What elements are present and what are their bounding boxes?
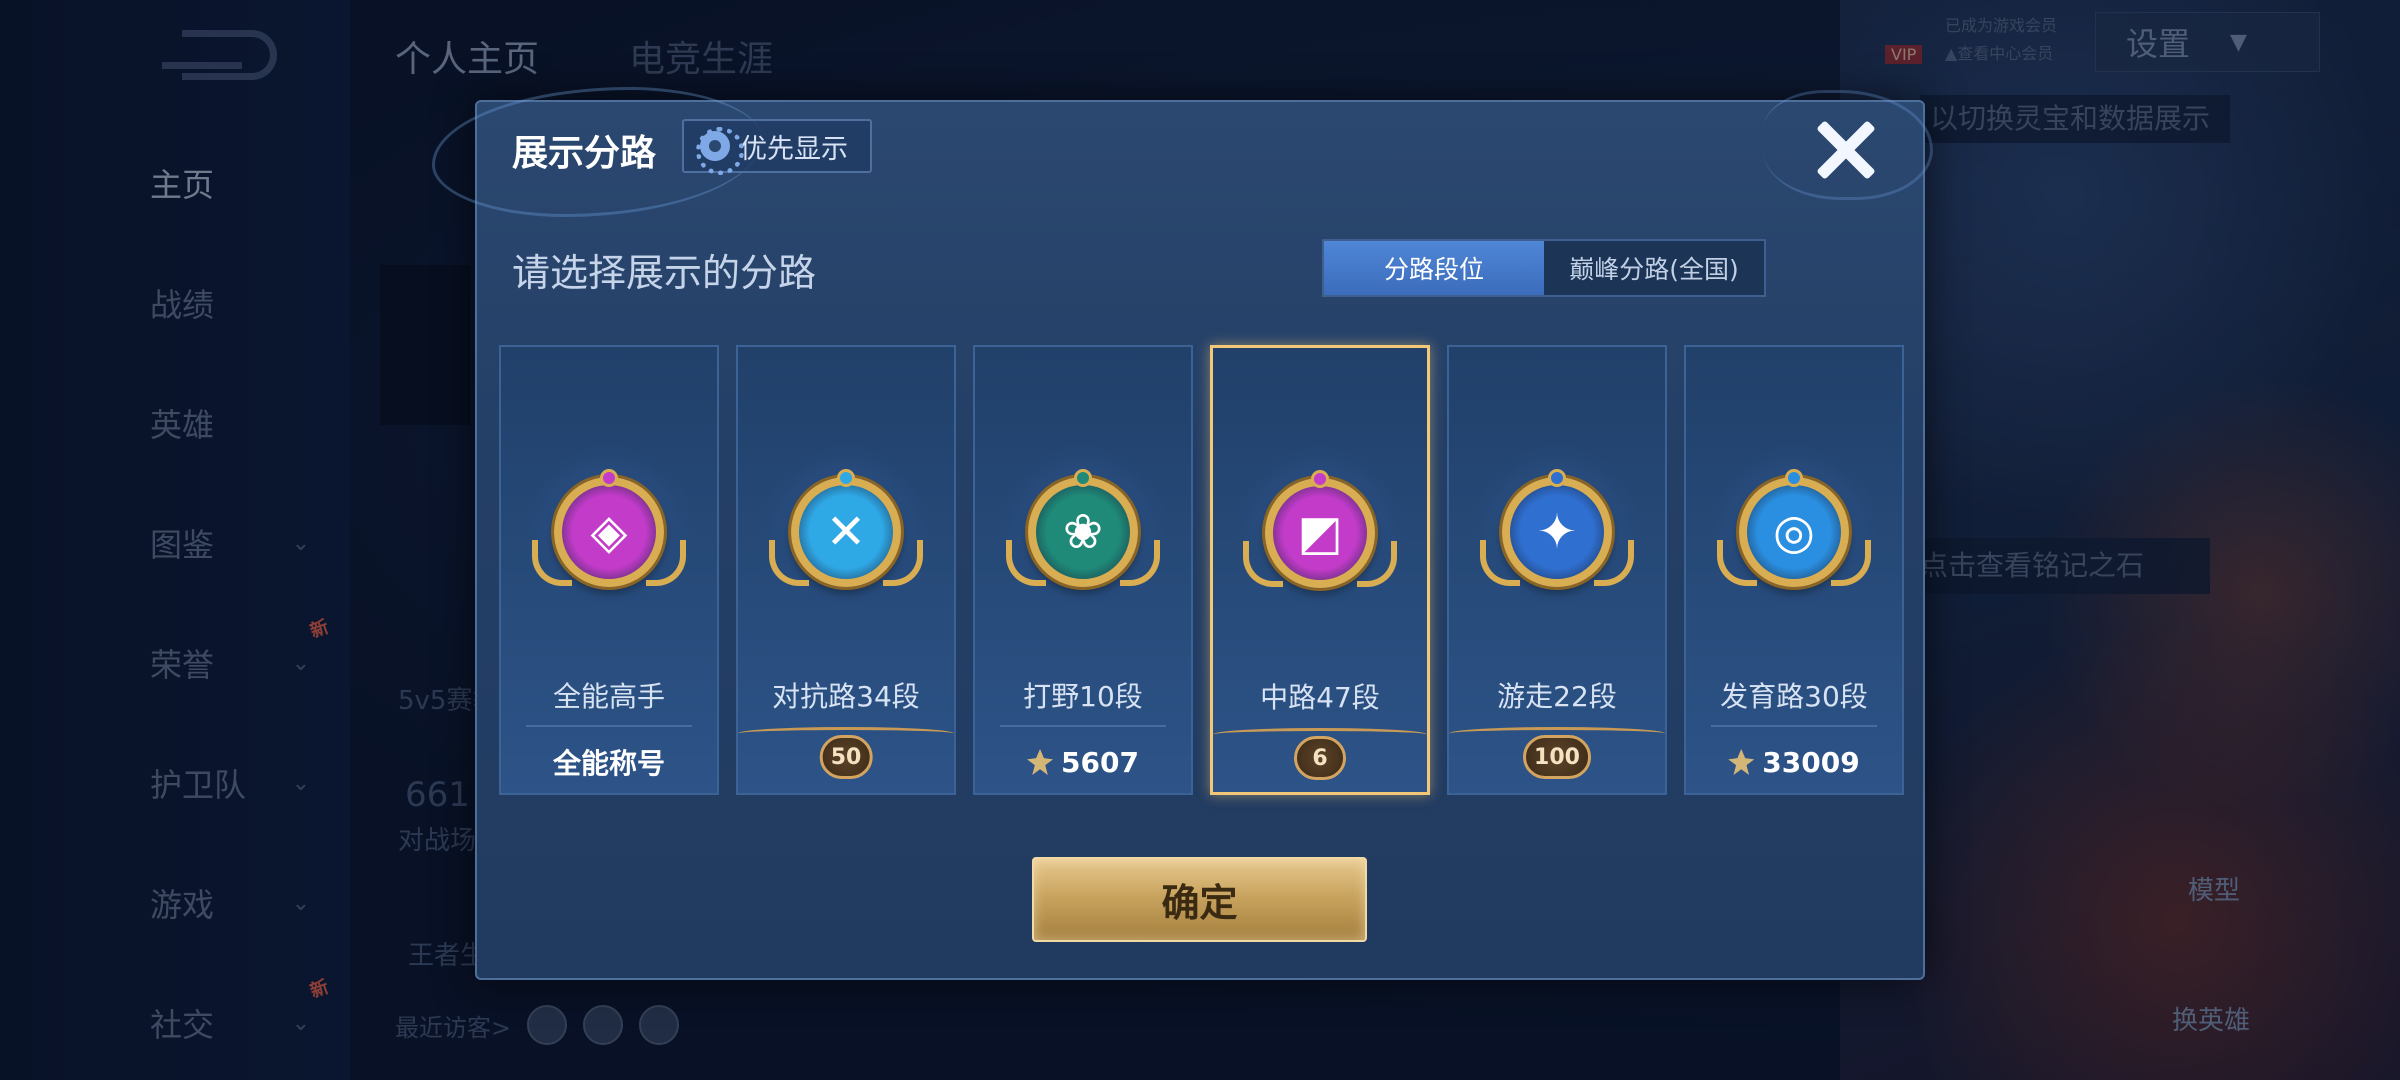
lane-name: 全能高手 bbox=[552, 680, 665, 713]
lane-emblem-icon: ✦ bbox=[1480, 469, 1634, 587]
star-count-badge: 50 bbox=[819, 735, 873, 779]
star-band: 50 bbox=[738, 727, 954, 793]
lane-card[interactable]: ◎ 发育路30段 33009 bbox=[1684, 345, 1904, 795]
lane-card[interactable]: ◈ 全能高手全能称号 bbox=[499, 345, 719, 795]
lane-glyph-icon: ◩ bbox=[1297, 505, 1343, 561]
lane-footer-value: 33009 bbox=[1762, 745, 1860, 779]
lane-glyph-icon: ◈ bbox=[590, 504, 628, 560]
lane-card[interactable]: ✦ 游走22段 100 bbox=[1447, 345, 1667, 795]
divider bbox=[526, 725, 692, 727]
lane-footer: 5607 bbox=[975, 731, 1191, 793]
lane-card[interactable]: ✕ 对抗路34段 50 bbox=[736, 345, 956, 795]
star-count-badge: 6 bbox=[1294, 736, 1346, 780]
lane-emblem-icon: ◩ bbox=[1243, 470, 1397, 588]
view-toggle: 分路段位 巅峰分路(全国) bbox=[1322, 239, 1766, 297]
confirm-button[interactable]: 确定 bbox=[1032, 857, 1367, 942]
lane-footer-value: 5607 bbox=[1061, 745, 1139, 779]
lane-name: 中路47段 bbox=[1260, 681, 1380, 714]
close-icon[interactable] bbox=[1808, 112, 1883, 187]
lane-glyph-icon: ✕ bbox=[825, 504, 867, 560]
lane-name: 打野10段 bbox=[1023, 680, 1143, 713]
gem-icon bbox=[1074, 469, 1092, 487]
peak-points-icon bbox=[1728, 749, 1755, 775]
lane-name: 发育路30段 bbox=[1720, 680, 1868, 713]
lane-emblem-icon: ✕ bbox=[769, 469, 923, 587]
lane-footer: 全能称号 bbox=[501, 731, 717, 793]
lane-cards: ◈ 全能高手全能称号 ✕ 对抗路34段 50 ❀ 打野10段 5607 ◩ 中路47段 6 ✦ 游走22… bbox=[499, 345, 1904, 795]
gem-icon bbox=[1548, 469, 1566, 487]
lane-emblem-icon: ◎ bbox=[1717, 469, 1871, 587]
modal-title: 展示分路 bbox=[512, 133, 657, 174]
lane-card[interactable]: ❀ 打野10段 5607 bbox=[973, 345, 1193, 795]
lane-glyph-icon: ✦ bbox=[1536, 504, 1578, 560]
lane-glyph-icon: ◎ bbox=[1773, 504, 1815, 560]
divider bbox=[1711, 725, 1877, 727]
lane-footer-value: 全能称号 bbox=[552, 747, 665, 780]
gear-icon bbox=[696, 127, 744, 175]
gem-icon bbox=[1785, 469, 1803, 487]
star-band: 100 bbox=[1449, 727, 1665, 793]
lane-name: 游走22段 bbox=[1497, 680, 1617, 713]
gem-icon bbox=[1311, 470, 1329, 488]
star-count-badge: 100 bbox=[1523, 735, 1591, 779]
lane-emblem-icon: ◈ bbox=[532, 469, 686, 587]
lane-footer: 33009 bbox=[1686, 731, 1902, 793]
lane-card[interactable]: ◩ 中路47段 6 bbox=[1210, 345, 1430, 795]
star-band: 6 bbox=[1213, 728, 1427, 794]
toggle-peak-lane[interactable]: 巅峰分路(全国) bbox=[1544, 241, 1764, 295]
divider bbox=[1000, 725, 1166, 727]
toggle-lane-rank[interactable]: 分路段位 bbox=[1324, 241, 1544, 295]
priority-display-label: 优先显示 bbox=[740, 133, 848, 165]
peak-points-icon bbox=[1027, 749, 1054, 775]
gem-icon bbox=[837, 469, 855, 487]
priority-display-button[interactable]: 优先显示 bbox=[682, 119, 872, 175]
modal-subtitle: 请选择展示的分路 bbox=[512, 251, 817, 295]
lane-glyph-icon: ❀ bbox=[1062, 504, 1104, 560]
lane-emblem-icon: ❀ bbox=[1006, 469, 1160, 587]
gem-icon bbox=[600, 469, 618, 487]
lane-name: 对抗路34段 bbox=[772, 680, 920, 713]
lane-display-modal: 展示分路 优先显示 请选择展示的分路 分路段位 巅峰分路(全国) ◈ 全能高手全能… bbox=[432, 87, 1933, 980]
